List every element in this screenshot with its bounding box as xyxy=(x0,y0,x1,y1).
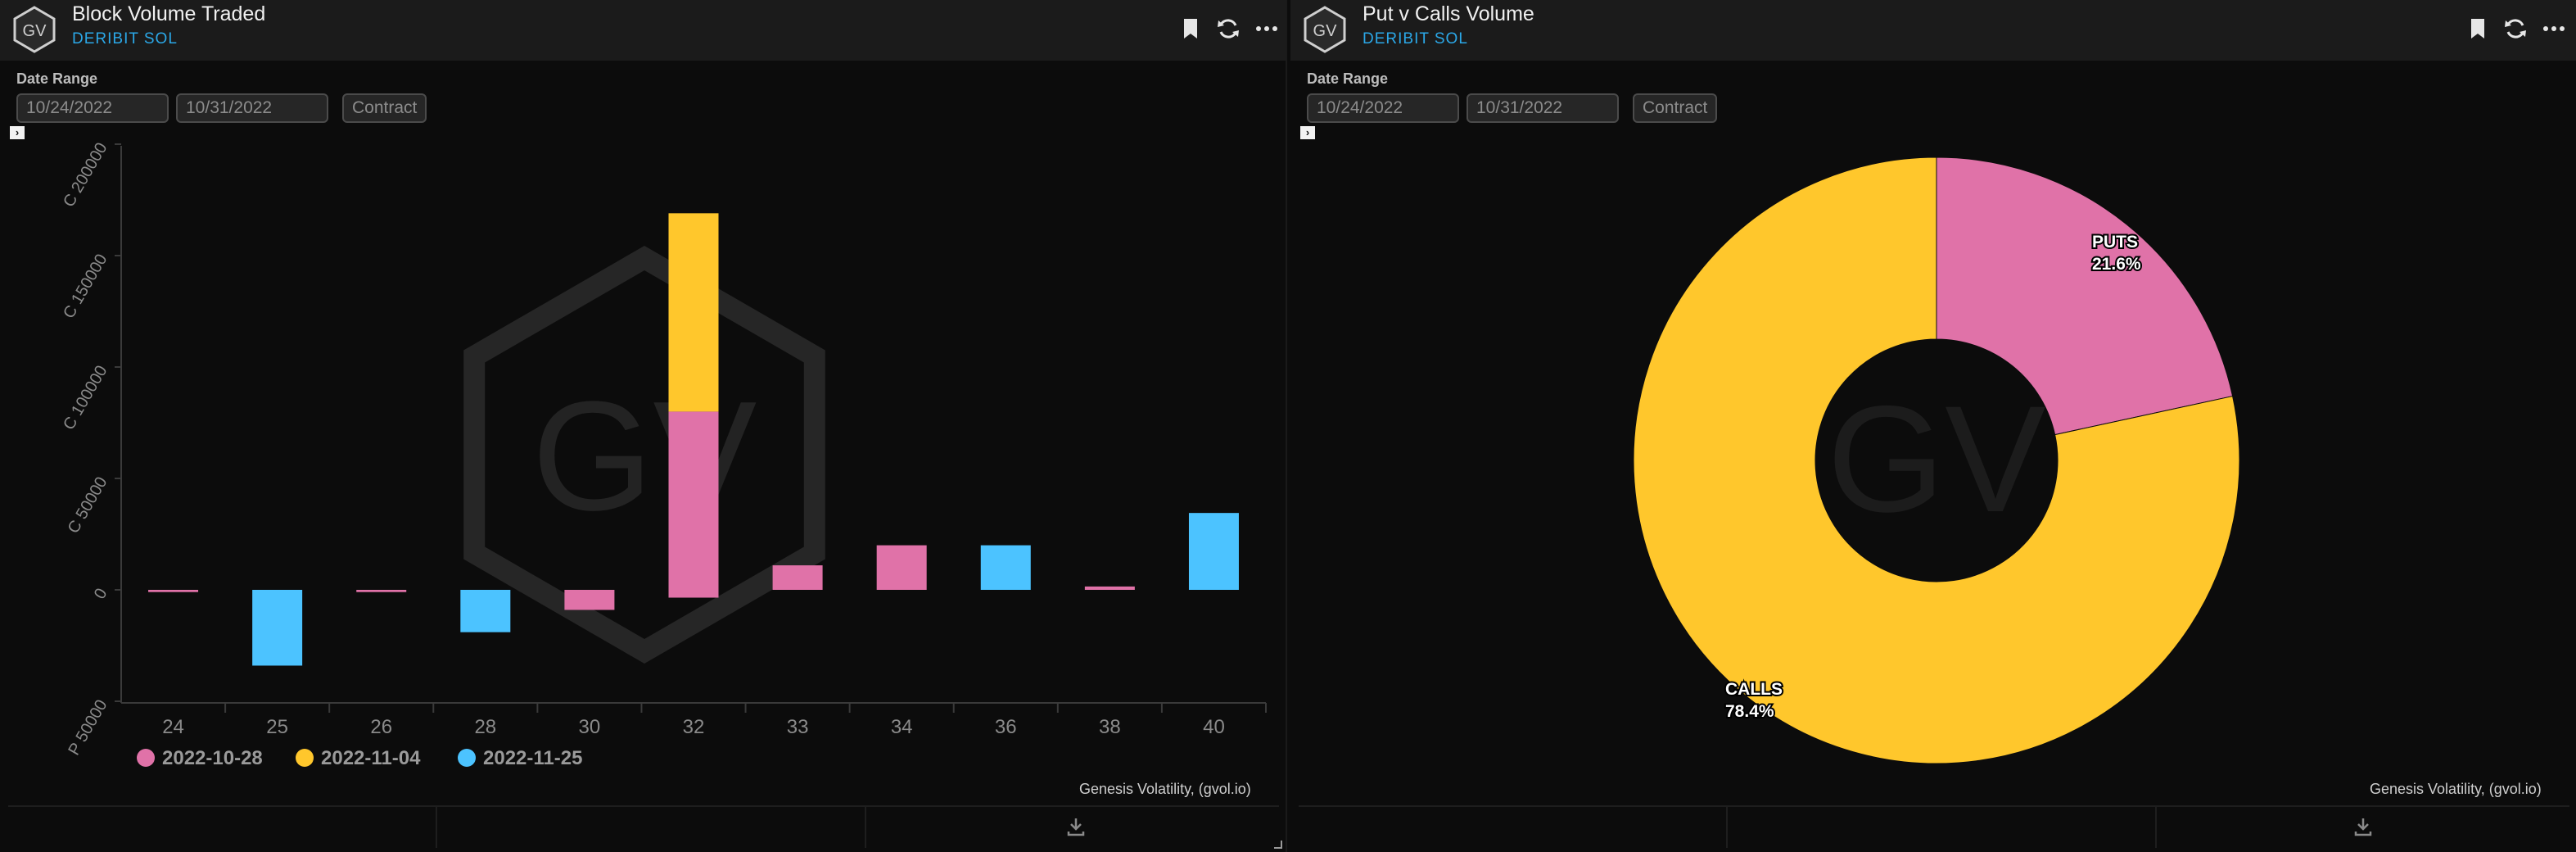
x-tick-label: 30 xyxy=(579,716,601,738)
source-credit: Genesis Volatility, (gvol.io) xyxy=(2370,781,2542,797)
slice-percent: 78.4% xyxy=(1725,702,1774,721)
x-tick-label: 33 xyxy=(787,716,809,738)
bar-segment xyxy=(252,590,303,666)
bar-segment xyxy=(876,545,927,590)
bar-segment xyxy=(668,213,719,412)
y-tick-label: C 200000 xyxy=(60,140,111,211)
footer-cell xyxy=(1299,807,1728,848)
slice-label: PUTS xyxy=(2092,233,2138,252)
legend-swatch xyxy=(137,749,155,767)
legend-label: 2022-11-04 xyxy=(321,747,421,769)
y-tick-label: P 50000 xyxy=(65,697,111,759)
put-call-panel: GV Put v Calls Volume DERIBIT SOL Date R… xyxy=(1290,0,2576,852)
y-tick-label: C 50000 xyxy=(65,474,111,537)
bar-chart-bars xyxy=(148,213,1239,666)
x-tick-label: 40 xyxy=(1203,716,1225,738)
bar-chart-legend: 2022-10-28 2022-11-04 2022-11-25 xyxy=(137,747,582,769)
source-credit: Genesis Volatility, (gvol.io) xyxy=(1079,781,1251,797)
bar-segment xyxy=(1084,586,1135,590)
x-tick-label: 36 xyxy=(995,716,1017,738)
bar-segment xyxy=(772,565,823,590)
legend-label: 2022-11-25 xyxy=(483,747,582,769)
panel-footer xyxy=(1299,805,2569,848)
footer-cell xyxy=(437,807,866,848)
block-volume-panel: GV Block Volume Traded DERIBIT SOL Date … xyxy=(0,0,1287,852)
footer-cell xyxy=(1728,807,2157,848)
footer-cell xyxy=(8,807,437,848)
resize-grip-icon[interactable] xyxy=(1272,839,1282,849)
x-tick-label: 26 xyxy=(370,716,392,738)
x-tick-label: 24 xyxy=(162,716,184,738)
download-icon[interactable] xyxy=(2352,815,2375,838)
y-tick-label: C 150000 xyxy=(60,252,111,322)
legend-label: 2022-10-28 xyxy=(162,747,263,769)
bar-segment xyxy=(356,590,407,592)
bar-segment xyxy=(668,590,719,598)
legend-swatch xyxy=(458,749,476,767)
bar-segment xyxy=(1188,513,1239,590)
slice-percent: 21.6% xyxy=(2092,255,2141,274)
legend-swatch xyxy=(296,749,314,767)
download-icon[interactable] xyxy=(1064,815,1087,838)
gv-watermark: GV xyxy=(1827,375,2045,544)
put-call-donut-chart: GV PUTS 21.6% CALLS 78.4% xyxy=(1633,156,2240,764)
x-tick-label: 25 xyxy=(266,716,288,738)
bar-segment xyxy=(460,590,511,632)
panel-footer xyxy=(8,805,1279,848)
watermark-text: GV xyxy=(1827,375,2045,544)
x-tick-label: 38 xyxy=(1099,716,1121,738)
x-tick-label: 28 xyxy=(474,716,496,738)
x-tick-label: 32 xyxy=(683,716,705,738)
x-tick-label: 34 xyxy=(891,716,913,738)
bar-segment xyxy=(148,590,199,592)
gv-watermark: GV xyxy=(463,245,825,664)
y-tick-label: 0 xyxy=(91,586,111,603)
bar-segment xyxy=(980,545,1031,590)
watermark-text: GV xyxy=(532,369,757,543)
slice-label: CALLS xyxy=(1725,680,1783,699)
y-tick-label: C 100000 xyxy=(60,363,111,433)
block-volume-chart: GV P 50000 0 C 50000 C 100000 C 150000 C 2000… xyxy=(60,140,1267,769)
bar-segment xyxy=(668,411,719,590)
bar-segment xyxy=(564,590,615,610)
